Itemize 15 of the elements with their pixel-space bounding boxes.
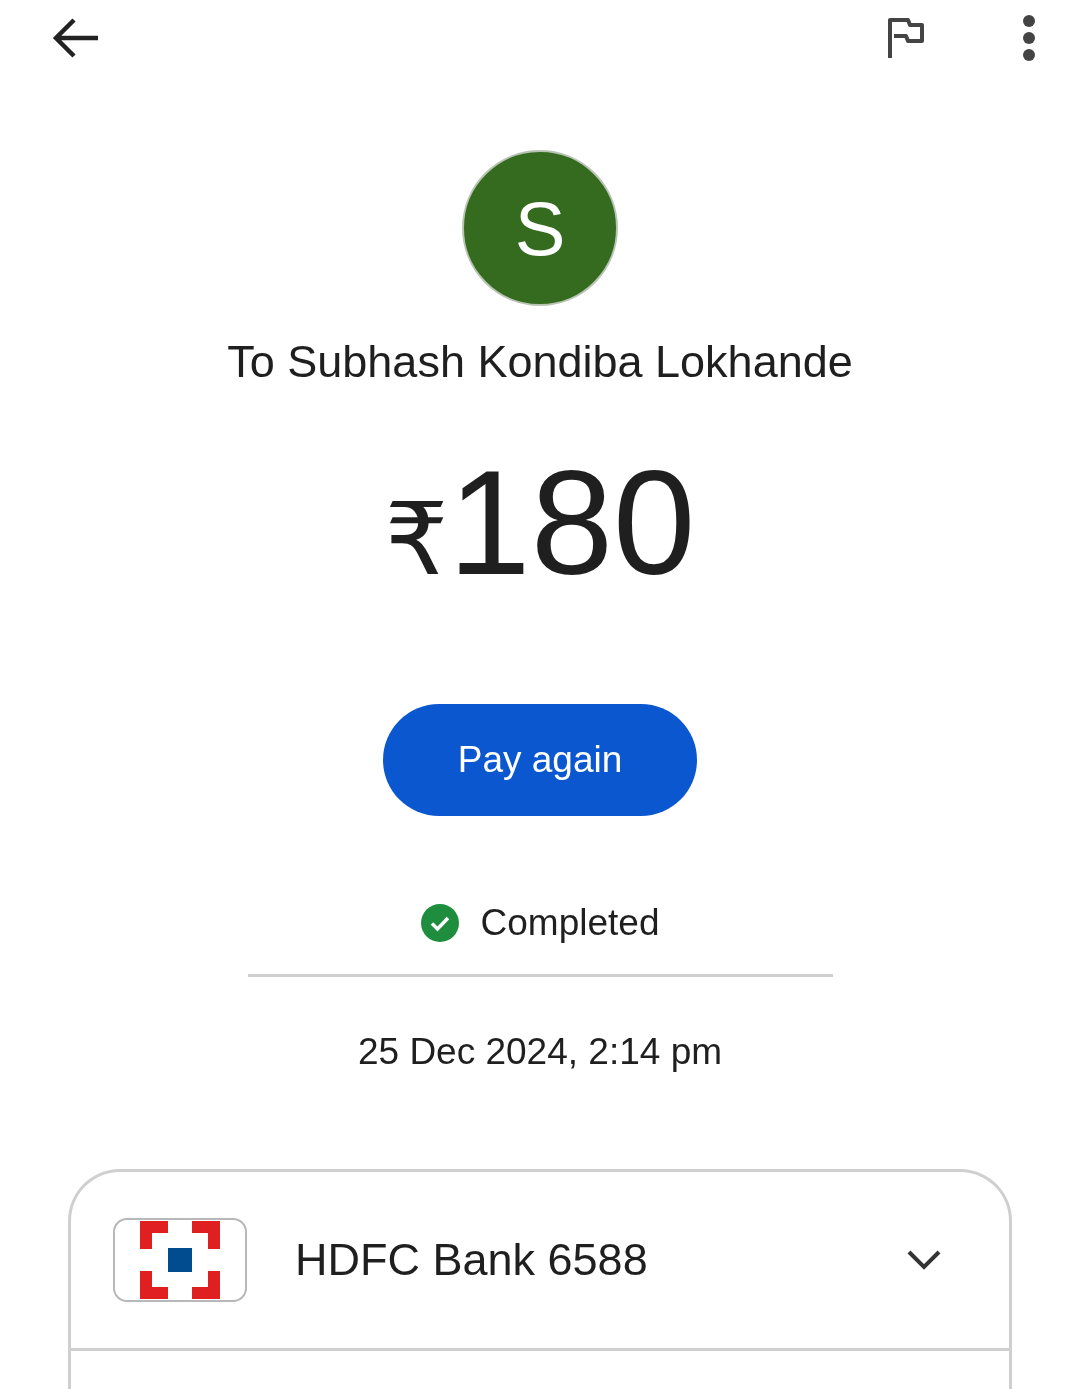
bank-account-name: HDFC Bank 6588: [295, 1234, 649, 1286]
payee-name: To Subhash Kondiba Lokhande: [227, 336, 853, 388]
more-button[interactable]: [1022, 15, 1036, 61]
status-text: Completed: [480, 902, 660, 944]
date-time: 25 Dec 2024, 2:14 pm: [357, 1031, 723, 1073]
more-icon: [1022, 15, 1036, 61]
bank-logo-icon: [140, 1221, 220, 1299]
flag-button[interactable]: [886, 16, 926, 60]
avatar: S: [462, 150, 618, 306]
back-button[interactable]: [52, 18, 100, 58]
check-icon: [420, 904, 459, 942]
pay-again-button[interactable]: Pay again: [383, 704, 697, 816]
amount: ₹180: [384, 439, 696, 607]
flag-icon: [886, 16, 926, 60]
back-arrow-icon: [52, 18, 100, 58]
